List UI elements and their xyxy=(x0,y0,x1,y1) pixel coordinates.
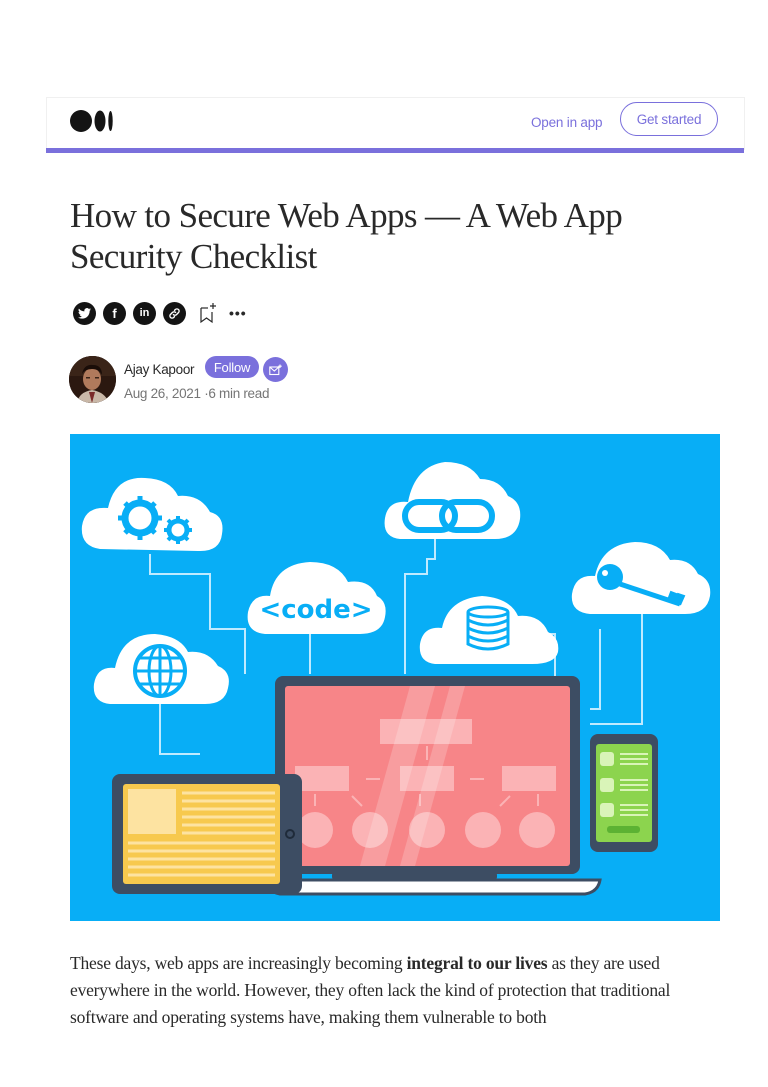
cloud-database-icon xyxy=(419,596,559,664)
author-name[interactable]: Ajay Kapoor xyxy=(124,362,195,377)
article-title: How to Secure Web Apps — A Web App Secur… xyxy=(70,196,623,276)
linkedin-icon[interactable]: in xyxy=(133,301,156,325)
link-icon[interactable] xyxy=(163,301,186,325)
cloud-key-icon xyxy=(571,542,711,614)
cloud-globe-icon xyxy=(93,634,229,704)
cloud-link-icon xyxy=(384,462,521,539)
facebook-glyph: f xyxy=(112,305,117,321)
share-toolbar: f in ••• xyxy=(73,301,247,325)
author-avatar[interactable] xyxy=(69,356,116,403)
phone-illustration xyxy=(590,734,658,852)
publish-date: Aug 26, 2021 xyxy=(124,386,201,401)
linkedin-glyph: in xyxy=(139,307,150,319)
code-label: <code> xyxy=(259,595,372,625)
top-navigation-bar: Open in app Get started xyxy=(46,97,745,150)
read-time: 6 min read xyxy=(208,386,270,401)
email-subscribe-icon[interactable] xyxy=(263,357,288,382)
open-in-app-link[interactable]: Open in app xyxy=(531,115,603,130)
tablet-illustration xyxy=(112,774,302,894)
facebook-icon[interactable]: f xyxy=(103,301,126,325)
more-icon[interactable]: ••• xyxy=(229,306,247,320)
follow-button[interactable]: Follow xyxy=(205,356,259,378)
hero-image: <code> xyxy=(70,434,720,921)
cloud-gears-icon xyxy=(81,477,223,552)
paragraph-text: These days, web apps are increasingly be… xyxy=(70,953,407,973)
get-started-button[interactable]: Get started xyxy=(620,102,718,136)
twitter-icon[interactable] xyxy=(73,301,96,325)
cloud-code-icon: <code> xyxy=(247,562,386,634)
header-accent-divider xyxy=(46,148,744,153)
bookmark-add-icon[interactable] xyxy=(199,302,217,324)
article-body-paragraph: These days, web apps are increasingly be… xyxy=(70,950,720,1031)
medium-logo[interactable] xyxy=(70,110,116,132)
laptop-illustration xyxy=(263,676,602,896)
article-meta: Aug 26, 2021 ·6 min read xyxy=(124,386,269,401)
paragraph-bold-text: integral to our lives xyxy=(406,953,548,973)
